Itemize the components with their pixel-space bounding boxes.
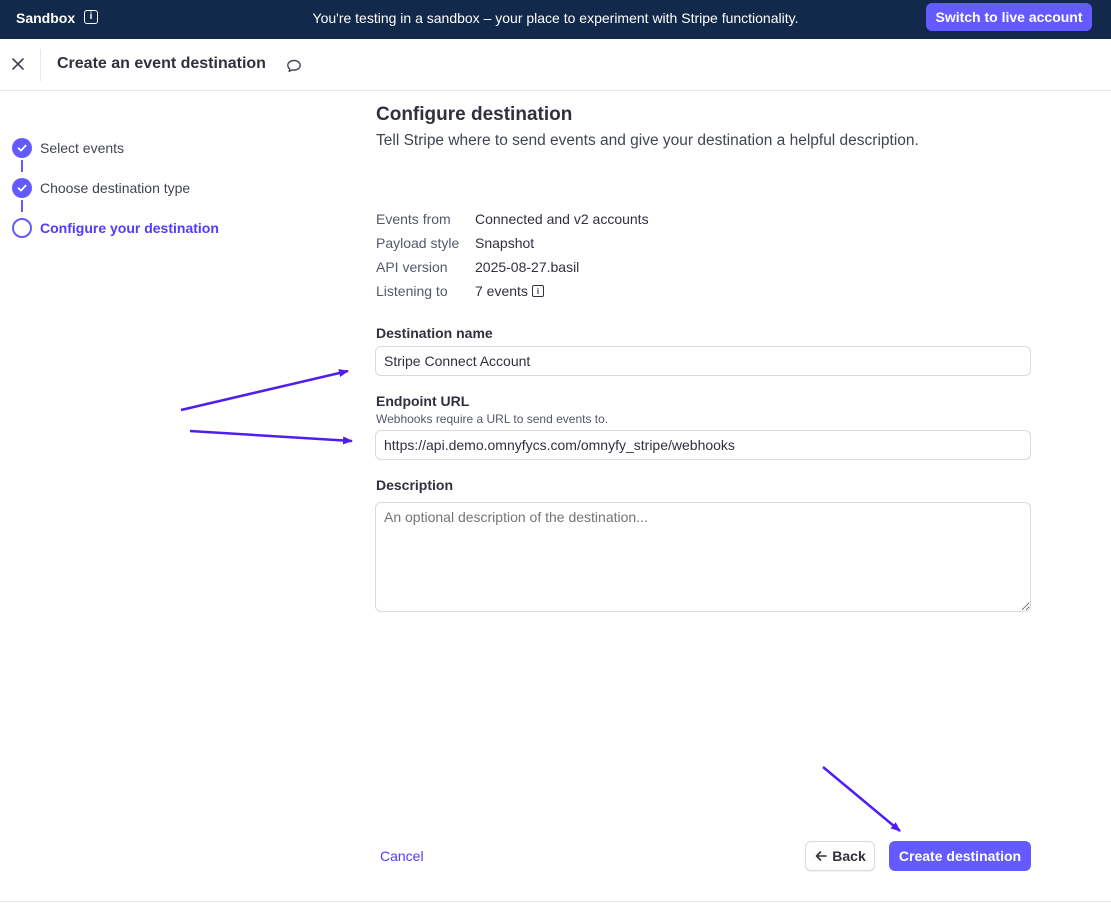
back-button-label: Back [832,848,866,864]
check-icon [12,138,32,158]
step-choose-destination-type[interactable]: Choose destination type [12,178,190,198]
step-select-events[interactable]: Select events [12,138,124,158]
back-button[interactable]: Back [805,841,875,871]
check-icon [12,178,32,198]
step-label: Select events [40,140,125,156]
step-connector [21,160,23,172]
detail-value: Connected and v2 accounts [475,211,649,227]
step-label: Configure your destination [40,220,219,236]
page-title: Create an event destination [57,55,266,72]
comment-icon[interactable] [286,58,302,74]
detail-value: 7 events i [475,283,544,299]
destination-name-label: Destination name [376,325,493,341]
close-icon[interactable] [10,56,26,72]
switch-to-live-account-button[interactable]: Switch to live account [926,3,1092,31]
destination-name-input[interactable]: Stripe Connect Account [375,346,1031,376]
description-label: Description [376,477,454,493]
detail-key: Events from [376,211,451,227]
detail-key: API version [376,259,448,275]
section-heading: Configure destination [376,104,573,125]
sheet-header: Create an event destination [0,39,1111,91]
endpoint-url-input[interactable]: https://api.demo.omnyfycs.com/omnyfy_str… [375,430,1031,460]
arrow-left-icon [815,851,828,861]
step-label: Choose destination type [40,180,191,196]
header-divider [40,49,41,81]
step-connector [21,200,23,212]
description-textarea[interactable] [375,502,1031,612]
cancel-link[interactable]: Cancel [380,848,424,864]
detail-value: Snapshot [475,235,535,251]
create-destination-sheet: Create an event destination [0,39,1111,903]
current-step-icon [12,218,32,238]
endpoint-url-hint: Webhooks require a URL to send events to… [376,412,609,426]
step-configure-destination: Configure your destination [12,218,219,238]
detail-key: Listening to [376,283,448,299]
detail-value: 2025-08-27.basil [475,259,580,275]
detail-key: Payload style [376,235,460,251]
section-subheading: Tell Stripe where to send events and giv… [376,132,919,149]
info-icon[interactable]: i [531,285,544,297]
bottom-divider [0,901,1111,902]
sandbox-banner: Sandbox i You're testing in a sandbox – … [0,0,1111,39]
create-destination-button[interactable]: Create destination [889,841,1031,871]
endpoint-url-label: Endpoint URL [376,393,470,409]
